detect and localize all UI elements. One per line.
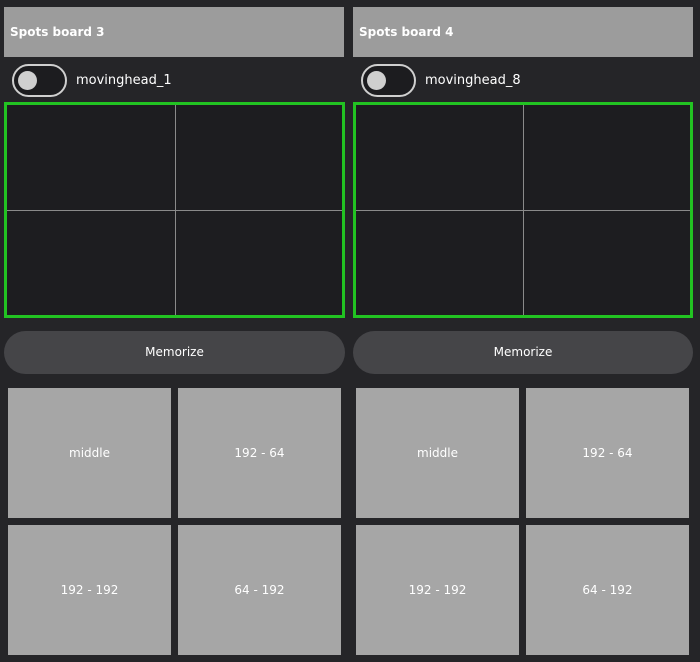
device-toggle-switch[interactable] (361, 63, 416, 97)
toggle-knob (367, 70, 386, 90)
spots-board-3-panel: Spots board 3 movinghead_1 Memorize midd… (0, 0, 350, 662)
pad-horizontal-center-line (7, 210, 342, 211)
spots-board-4-panel: Spots board 4 movinghead_8 Memorize midd… (350, 0, 700, 662)
preset-button-192-64[interactable]: 192 - 64 (178, 388, 341, 518)
preset-button-64-192[interactable]: 64 - 192 (178, 525, 341, 655)
memorize-button[interactable]: Memorize (4, 331, 345, 374)
preset-button-192-192[interactable]: 192 - 192 (356, 525, 519, 655)
board-title: Spots board 4 (353, 7, 693, 57)
preset-button-192-64[interactable]: 192 - 64 (526, 388, 689, 518)
pad-horizontal-center-line (356, 210, 690, 211)
memorize-button[interactable]: Memorize (353, 331, 693, 374)
device-name-label: movinghead_1 (76, 72, 172, 88)
preset-button-192-192[interactable]: 192 - 192 (8, 525, 171, 655)
preset-button-middle[interactable]: middle (356, 388, 519, 518)
board-title: Spots board 3 (4, 7, 344, 57)
toggle-knob (18, 70, 37, 90)
device-toggle-switch[interactable] (12, 63, 67, 97)
device-toggle-row: movinghead_1 (12, 63, 172, 97)
pan-tilt-xy-pad[interactable] (353, 102, 693, 318)
device-name-label: movinghead_8 (425, 72, 521, 88)
preset-button-middle[interactable]: middle (8, 388, 171, 518)
preset-button-64-192[interactable]: 64 - 192 (526, 525, 689, 655)
pan-tilt-xy-pad[interactable] (4, 102, 345, 318)
device-toggle-row: movinghead_8 (361, 63, 521, 97)
